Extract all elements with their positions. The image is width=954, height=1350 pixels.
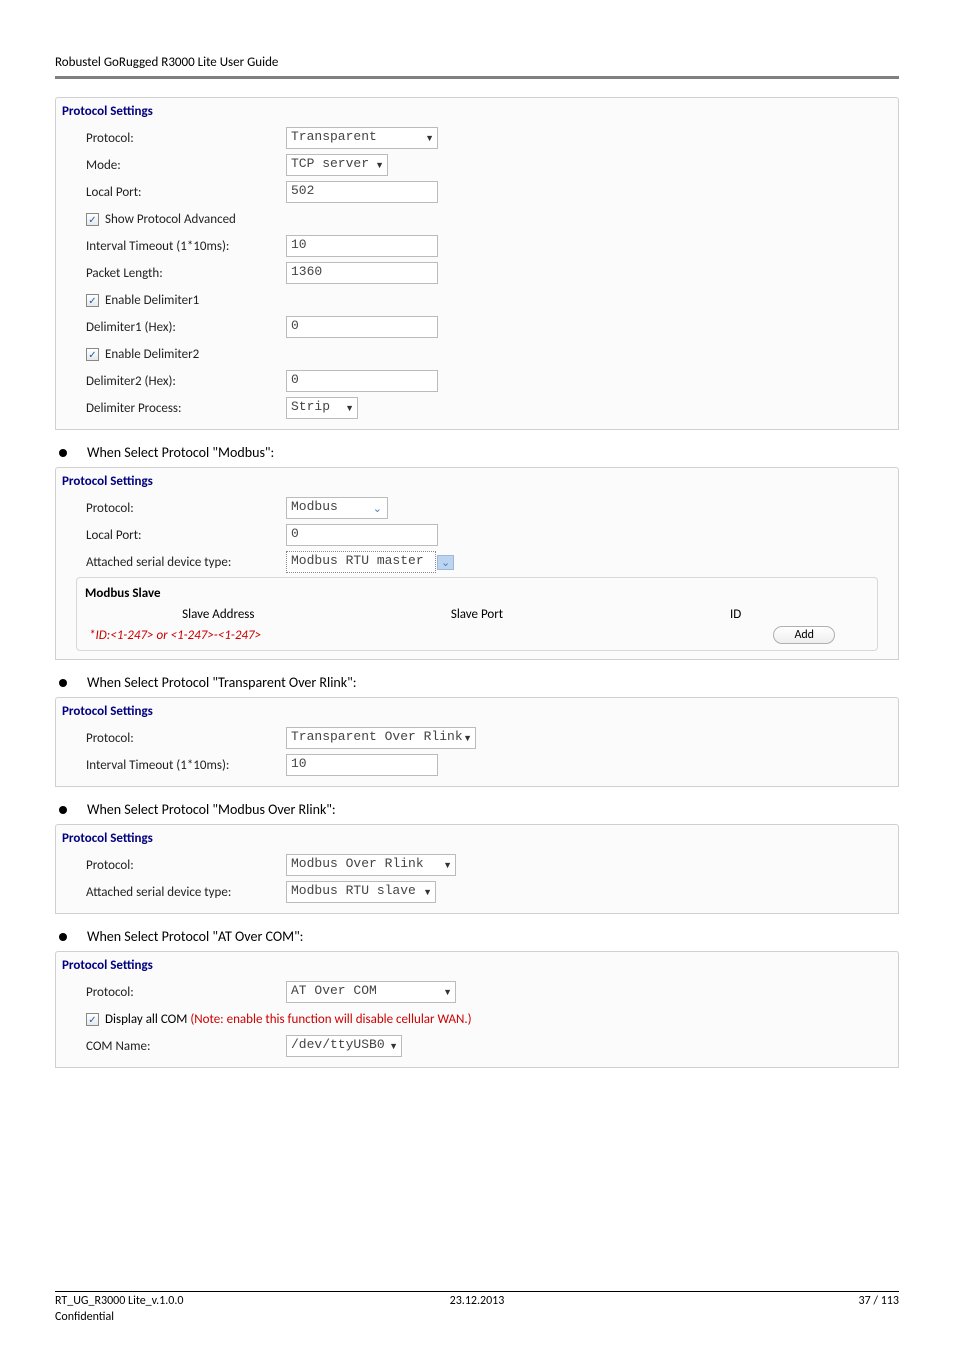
- protocol-value: Modbus: [286, 497, 388, 519]
- interval-label: Interval Timeout (1*10ms):: [86, 239, 286, 254]
- modbus-slave-title: Modbus Slave: [79, 584, 875, 605]
- delim2-input[interactable]: 0: [286, 370, 438, 392]
- bullet-text: When Select Protocol "Transparent Over R…: [87, 674, 357, 691]
- modbus-slave-header: Slave Address Slave Port ID: [79, 605, 875, 624]
- footer-page: 37 / 113: [618, 1294, 899, 1308]
- show-advanced-label: Show Protocol Advanced: [105, 212, 236, 227]
- local-port-label: Local Port:: [86, 185, 286, 200]
- panel-title: Protocol Settings: [62, 829, 892, 850]
- bullet-transparent-over-rlink: When Select Protocol "Transparent Over R…: [59, 674, 899, 691]
- panel-title: Protocol Settings: [62, 472, 892, 493]
- panel-title: Protocol Settings: [62, 102, 892, 123]
- display-all-com-note: (Note: enable this function will disable…: [187, 1012, 471, 1027]
- interval-input[interactable]: 10: [286, 235, 438, 257]
- protocol-select[interactable]: AT Over COM ▼: [286, 981, 456, 1003]
- local-port-label: Local Port:: [86, 528, 286, 543]
- protocol-settings-transparent: Protocol Settings Protocol: Transparent …: [55, 97, 899, 430]
- protocol-select[interactable]: Modbus ⌄: [286, 497, 388, 519]
- com-name-select[interactable]: /dev/ttyUSB0 ▼: [286, 1035, 402, 1057]
- delim1-label: Delimiter1 (Hex):: [86, 320, 286, 335]
- protocol-label: Protocol:: [86, 501, 286, 516]
- page-footer: RT_UG_R3000 Lite_v.1.0.0 23.12.2013 37 /…: [55, 1291, 899, 1324]
- protocol-label: Protocol:: [86, 731, 286, 746]
- mode-select[interactable]: TCP server ▼: [286, 154, 388, 176]
- add-button[interactable]: Add: [773, 626, 835, 644]
- footer-confidential: Confidential: [55, 1310, 899, 1324]
- protocol-value: Transparent: [286, 127, 438, 149]
- bullet-icon: [59, 449, 67, 457]
- bullet-at-over-com: When Select Protocol "AT Over COM":: [59, 928, 899, 945]
- mode-label: Mode:: [86, 158, 286, 173]
- panel-title: Protocol Settings: [62, 702, 892, 723]
- com-name-label: COM Name:: [86, 1039, 286, 1054]
- interval-label: Interval Timeout (1*10ms):: [86, 758, 286, 773]
- protocol-select[interactable]: Transparent Over Rlink ▼: [286, 727, 476, 749]
- modbus-slave-panel: Modbus Slave Slave Address Slave Port ID…: [76, 577, 878, 651]
- attached-label: Attached serial device type:: [86, 885, 286, 900]
- attached-value: Modbus RTU master: [286, 551, 436, 573]
- enable-delim2-checkbox[interactable]: ✓: [86, 348, 99, 361]
- bullet-icon: [59, 679, 67, 687]
- protocol-select[interactable]: Modbus Over Rlink ▼: [286, 854, 456, 876]
- interval-input[interactable]: 10: [286, 754, 438, 776]
- show-advanced-checkbox[interactable]: ✓: [86, 213, 99, 226]
- attached-value: Modbus RTU slave: [286, 881, 436, 903]
- col-slave-address: Slave Address: [89, 605, 348, 624]
- local-port-input[interactable]: 502: [286, 181, 438, 203]
- protocol-value: Modbus Over Rlink: [286, 854, 456, 876]
- delim-process-label: Delimiter Process:: [86, 401, 286, 416]
- protocol-select[interactable]: Transparent ▼: [286, 127, 438, 149]
- attached-select[interactable]: Modbus RTU slave ▼: [286, 881, 436, 903]
- bullet-text: When Select Protocol "AT Over COM":: [87, 928, 303, 945]
- packet-length-label: Packet Length:: [86, 266, 286, 281]
- protocol-label: Protocol:: [86, 985, 286, 1000]
- enable-delim1-label: Enable Delimiter1: [105, 293, 199, 308]
- attached-label: Attached serial device type:: [86, 555, 286, 570]
- protocol-settings-mor: Protocol Settings Protocol: Modbus Over …: [55, 824, 899, 914]
- delim-process-select[interactable]: Strip ▼: [286, 397, 358, 419]
- protocol-settings-modbus: Protocol Settings Protocol: Modbus ⌄ Loc…: [55, 467, 899, 660]
- display-all-com-checkbox[interactable]: ✓: [86, 1013, 99, 1026]
- dropdown-arrow-icon: ⌄: [437, 555, 454, 570]
- protocol-settings-atcom: Protocol Settings Protocol: AT Over COM …: [55, 951, 899, 1068]
- bullet-text: When Select Protocol "Modbus":: [87, 444, 274, 461]
- mode-value: TCP server: [286, 154, 388, 176]
- bullet-modbus: When Select Protocol "Modbus":: [59, 444, 899, 461]
- delim2-label: Delimiter2 (Hex):: [86, 374, 286, 389]
- enable-delim1-checkbox[interactable]: ✓: [86, 294, 99, 307]
- protocol-value: AT Over COM: [286, 981, 456, 1003]
- enable-delim2-label: Enable Delimiter2: [105, 347, 199, 362]
- panel-title: Protocol Settings: [62, 956, 892, 977]
- bullet-icon: [59, 806, 67, 814]
- delim-process-value: Strip: [286, 397, 358, 419]
- footer-left: RT_UG_R3000 Lite_v.1.0.0: [55, 1294, 336, 1308]
- display-all-com-label: Display all COM: [105, 1012, 187, 1027]
- col-slave-port: Slave Port: [348, 605, 607, 624]
- bullet-text: When Select Protocol "Modbus Over Rlink"…: [87, 801, 336, 818]
- id-hint: *ID:<1-247> or <1-247>-<1-247>: [89, 628, 261, 643]
- bullet-icon: [59, 933, 67, 941]
- com-name-value: /dev/ttyUSB0: [286, 1035, 402, 1057]
- attached-select[interactable]: Modbus RTU master ⌄: [286, 551, 454, 573]
- delim1-input[interactable]: 0: [286, 316, 438, 338]
- local-port-input[interactable]: 0: [286, 524, 438, 546]
- footer-date: 23.12.2013: [336, 1294, 617, 1308]
- doc-header: Robustel GoRugged R3000 Lite User Guide: [55, 55, 899, 79]
- bullet-modbus-over-rlink: When Select Protocol "Modbus Over Rlink"…: [59, 801, 899, 818]
- protocol-label: Protocol:: [86, 858, 286, 873]
- protocol-label: Protocol:: [86, 131, 286, 146]
- packet-length-input[interactable]: 1360: [286, 262, 438, 284]
- col-id: ID: [606, 605, 865, 624]
- protocol-settings-tor: Protocol Settings Protocol: Transparent …: [55, 697, 899, 787]
- protocol-value: Transparent Over Rlink: [286, 727, 476, 749]
